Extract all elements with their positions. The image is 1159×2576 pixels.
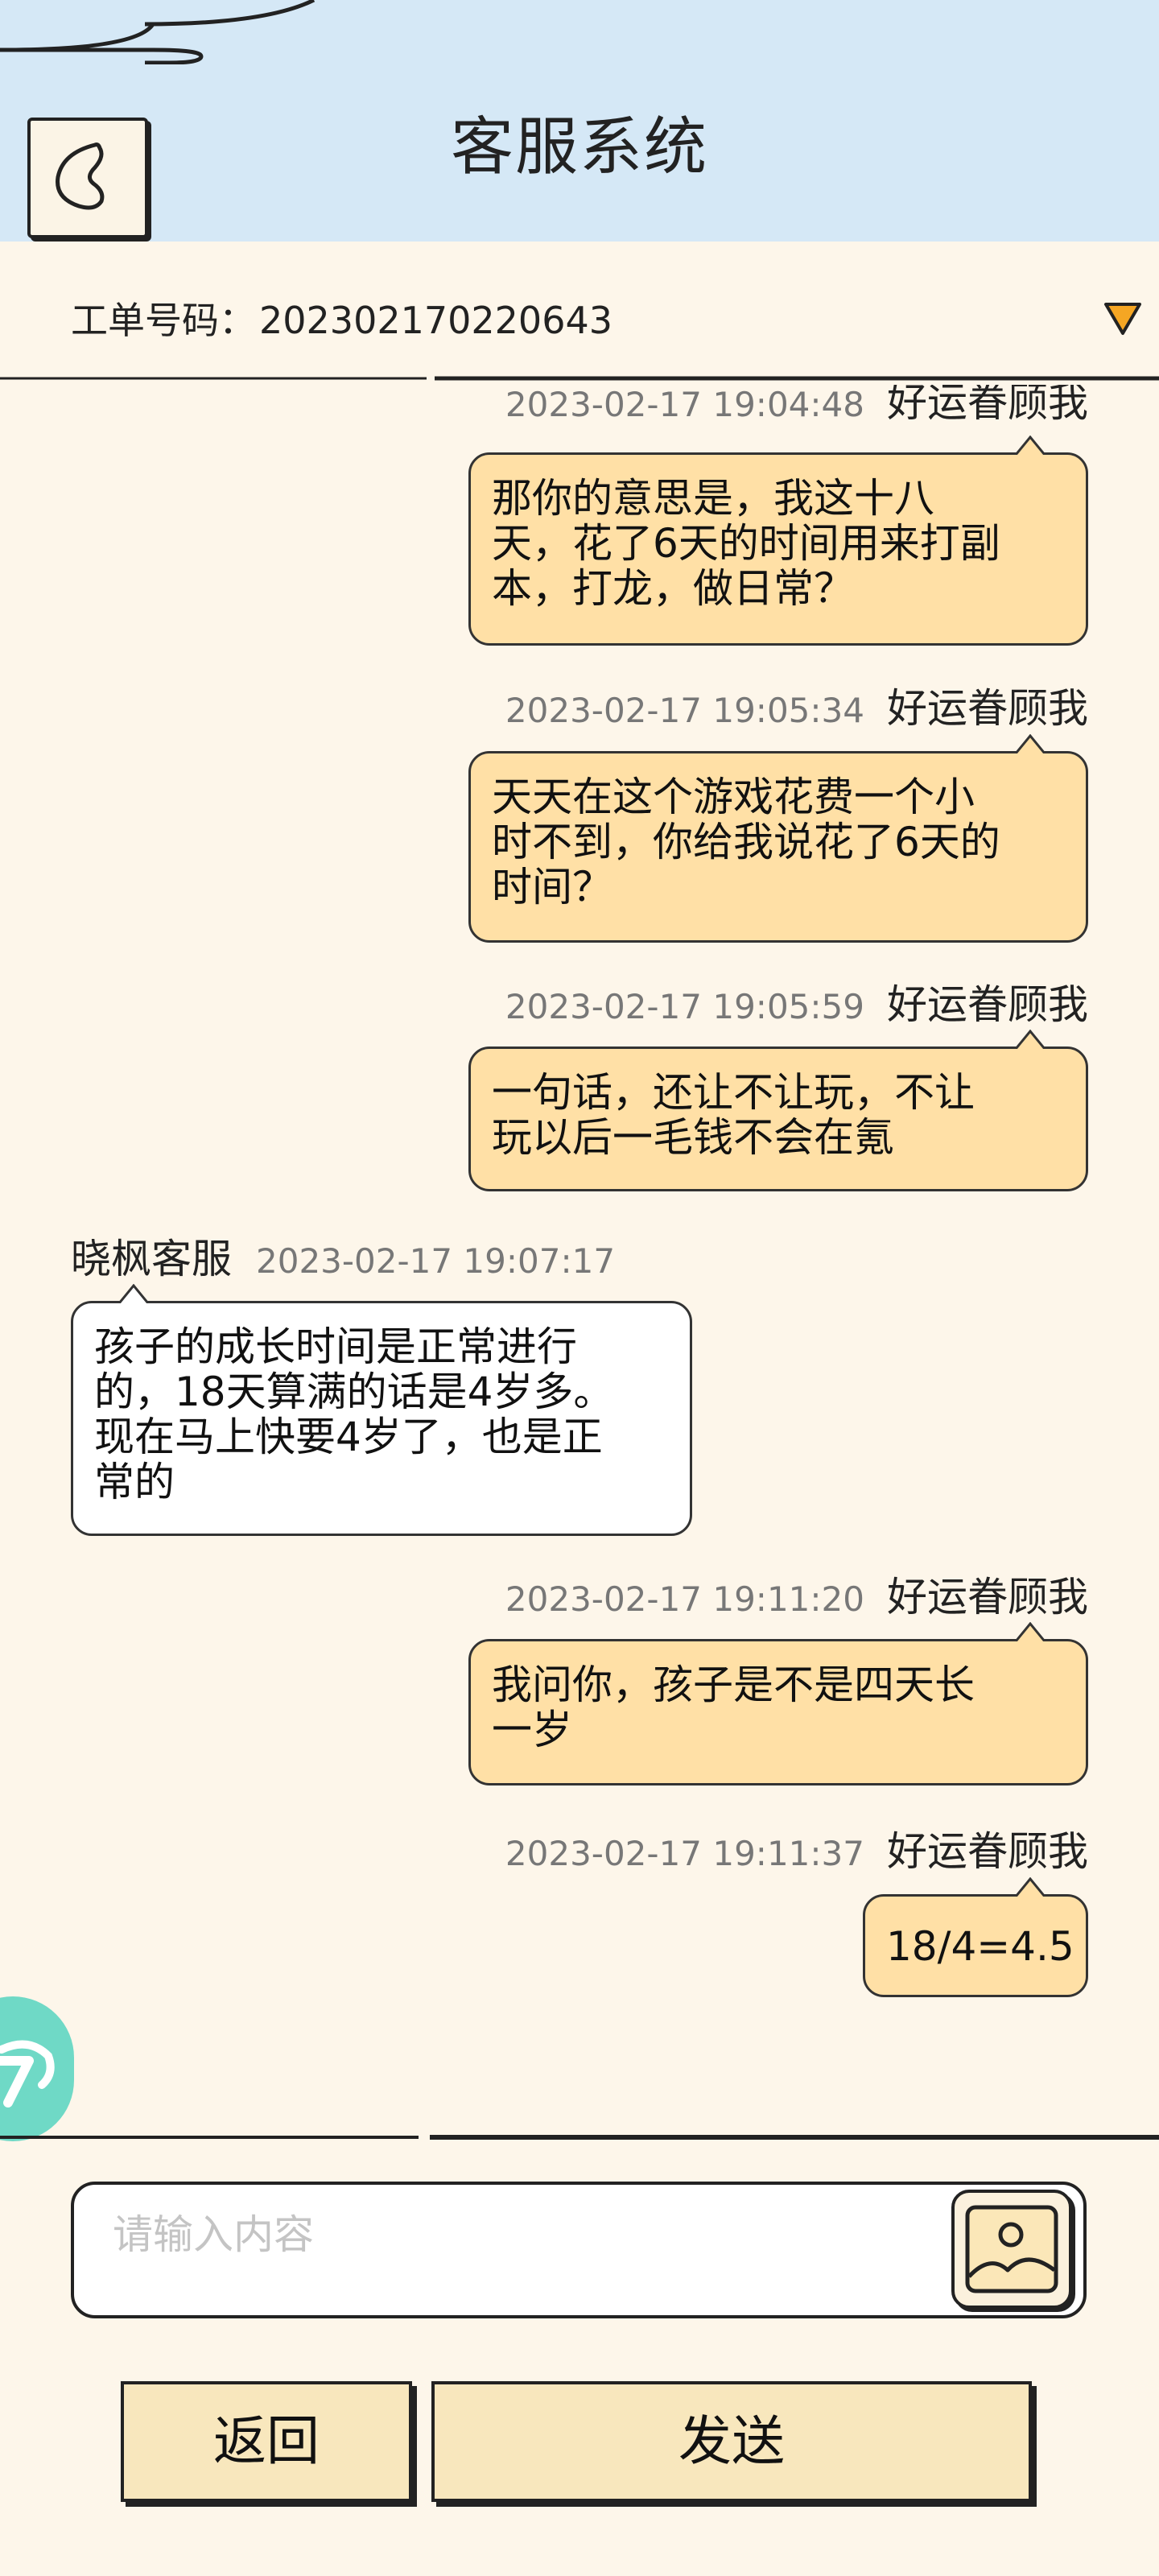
bubble-tail bbox=[119, 1284, 148, 1303]
message-line: 常的 bbox=[94, 1459, 175, 1505]
message-meta: 2023-02-17 19:11:20 好运眷顾我 bbox=[505, 1565, 1088, 1623]
input-placeholder: 请输入内容 bbox=[113, 2211, 314, 2258]
message-line: 18/4=4.5 bbox=[886, 1923, 1074, 1970]
ticket-number: 202302170220643 bbox=[259, 299, 612, 342]
bubble-tail bbox=[1016, 734, 1045, 753]
game-controller-icon bbox=[0, 2040, 55, 2107]
message-bubble[interactable]: 那你的意思是，我这十八 天，花了6天的时间用来打副 本，打龙，做日常？ bbox=[468, 452, 1088, 646]
message-time: 2023-02-17 19:11:37 bbox=[505, 1834, 864, 1873]
bubble-tail bbox=[1016, 436, 1045, 455]
message-input[interactable]: 请输入内容 bbox=[71, 2182, 1087, 2318]
header-bar: 客服系统 bbox=[0, 0, 1159, 242]
floating-game-button[interactable] bbox=[0, 1996, 74, 2141]
message-bubble[interactable]: 18/4=4.5 bbox=[863, 1894, 1088, 1997]
back-action-button[interactable]: 返回 bbox=[121, 2381, 412, 2502]
chat-list[interactable]: 2023-02-17 19:04:48 好运眷顾我 那你的意思是，我这十八 天，花… bbox=[0, 385, 1159, 2039]
message-line: 一岁 bbox=[492, 1707, 572, 1753]
sender-name: 好运眷顾我 bbox=[887, 1574, 1088, 1620]
message-bubble[interactable]: 一句话，还让不让玩，不让 玩以后一毛钱不会在氪 bbox=[468, 1046, 1088, 1191]
ticket-number-row: 工单号码：202302170220643 bbox=[71, 291, 612, 345]
message-bubble[interactable]: 天天在这个游戏花费一个小 时不到，你给我说花了6天的 时间？ bbox=[468, 751, 1088, 943]
message-time: 2023-02-17 19:04:48 bbox=[505, 385, 864, 424]
message-line: 天，花了6天的时间用来打副 bbox=[492, 520, 1000, 567]
divider bbox=[0, 376, 1159, 381]
ticket-bar[interactable]: 工单号码：202302170220643 bbox=[0, 242, 1159, 378]
send-button[interactable]: 发送 bbox=[431, 2381, 1032, 2502]
divider bbox=[0, 2135, 1159, 2140]
bubble-tail bbox=[1016, 1622, 1045, 1641]
sender-name: 晓枫客服 bbox=[71, 1236, 232, 1282]
message-line: 时间？ bbox=[492, 864, 612, 910]
sender-name: 好运眷顾我 bbox=[887, 981, 1088, 1028]
cloud-decoration-icon bbox=[0, 0, 316, 64]
triangle-down-icon[interactable] bbox=[1103, 301, 1143, 336]
message-time: 2023-02-17 19:11:20 bbox=[505, 1579, 864, 1619]
message-line: 的，18天算满的话是4岁多。 bbox=[94, 1368, 614, 1415]
message-line: 现在马上快要4岁了，也是正 bbox=[94, 1414, 603, 1460]
message-line: 本，打龙，做日常？ bbox=[492, 565, 854, 612]
message-meta: 2023-02-17 19:05:59 好运眷顾我 bbox=[505, 972, 1088, 1030]
message-line: 天天在这个游戏花费一个小 bbox=[492, 774, 975, 820]
bubble-tail bbox=[1016, 1877, 1045, 1897]
message-line: 那你的意思是，我这十八 bbox=[492, 475, 934, 522]
message-meta: 晓枫客服 2023-02-17 19:07:17 bbox=[71, 1227, 615, 1285]
sender-name: 好运眷顾我 bbox=[887, 685, 1088, 732]
message-line: 玩以后一毛钱不会在氪 bbox=[492, 1114, 894, 1161]
message-line: 一句话，还让不让玩，不让 bbox=[492, 1069, 975, 1116]
image-upload-button[interactable] bbox=[951, 2190, 1072, 2309]
message-time: 2023-02-17 19:07:17 bbox=[256, 1241, 616, 1281]
message-meta: 2023-02-17 19:05:34 好运眷顾我 bbox=[505, 676, 1088, 734]
message-meta: 2023-02-17 19:11:37 好运眷顾我 bbox=[505, 1819, 1088, 1877]
message-bubble[interactable]: 孩子的成长时间是正常进行 的，18天算满的话是4岁多。 现在马上快要4岁了，也是… bbox=[71, 1301, 692, 1536]
sender-name: 好运眷顾我 bbox=[887, 1828, 1088, 1875]
ticket-label: 工单号码： bbox=[71, 299, 256, 342]
message-time: 2023-02-17 19:05:34 bbox=[505, 691, 864, 730]
message-line: 我问你，孩子是不是四天长 bbox=[492, 1662, 975, 1708]
message-time: 2023-02-17 19:05:59 bbox=[505, 987, 864, 1026]
message-line: 时不到，你给我说花了6天的 bbox=[492, 819, 1000, 865]
sender-name: 好运眷顾我 bbox=[887, 385, 1088, 426]
page-title: 客服系统 bbox=[450, 111, 708, 184]
message-meta: 2023-02-17 19:04:48 好运眷顾我 bbox=[505, 385, 1088, 428]
bubble-tail bbox=[1016, 1030, 1045, 1049]
message-bubble[interactable]: 我问你，孩子是不是四天长 一岁 bbox=[468, 1639, 1088, 1785]
message-line: 孩子的成长时间是正常进行 bbox=[94, 1323, 577, 1370]
image-upload-icon bbox=[965, 2205, 1058, 2293]
